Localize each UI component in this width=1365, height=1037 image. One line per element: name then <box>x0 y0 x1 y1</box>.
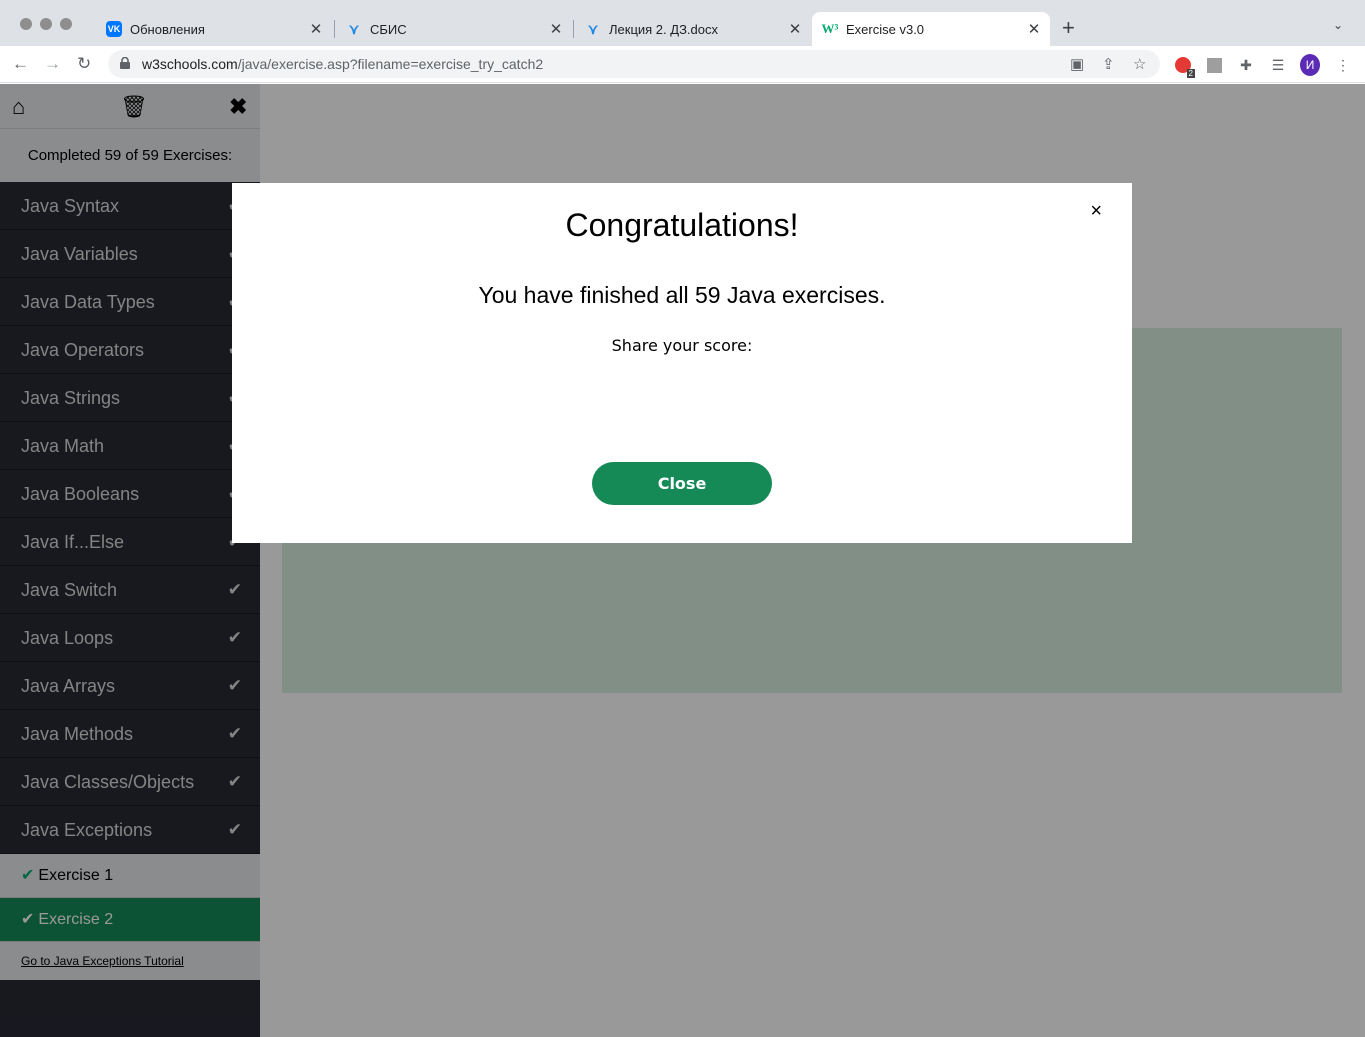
new-tab-button[interactable]: + <box>1062 17 1075 39</box>
tab-vk[interactable]: VK Обновления ✕ <box>96 12 332 46</box>
browser-toolbar: ← → ↻ w3schools.com/java/exercise.asp?fi… <box>0 46 1365 83</box>
tab-title: Exercise v3.0 <box>846 21 925 37</box>
share-score-label: Share your score: <box>611 336 753 355</box>
tab-close-icon[interactable]: ✕ <box>785 20 805 38</box>
forward-icon[interactable]: → <box>44 54 61 74</box>
menu-icon[interactable]: ⋮ <box>1333 55 1353 75</box>
puzzle-icon[interactable]: ✚ <box>1236 55 1256 75</box>
tab-title: Лекция 2. ДЗ.docx <box>609 21 718 37</box>
tab-close-icon[interactable]: ✕ <box>306 20 326 38</box>
translate-icon[interactable]: ▣ <box>1070 55 1084 73</box>
window-minimize-button[interactable] <box>40 18 52 30</box>
congratulations-modal: × Congratulations! You have finished all… <box>232 183 1132 543</box>
address-bar[interactable]: w3schools.com/java/exercise.asp?filename… <box>108 50 1160 78</box>
w3schools-icon: W³ <box>821 21 839 36</box>
chevron-down-icon[interactable]: ⌄ <box>1333 18 1343 32</box>
sbis-icon: ⋎ <box>348 20 360 37</box>
window-close-button[interactable] <box>20 18 32 30</box>
adblock-icon[interactable]: 2 <box>1173 55 1195 78</box>
vk-icon: VK <box>106 21 122 37</box>
browser-tab-bar: VK Обновления ✕ ⋎ СБИС ✕ ⋎ Лекция 2. ДЗ.… <box>0 0 1365 46</box>
tab-title: СБИС <box>370 21 407 37</box>
star-icon[interactable]: ☆ <box>1133 55 1146 73</box>
tab-close-icon[interactable]: ✕ <box>1024 20 1044 38</box>
share-icon[interactable]: ⇪ <box>1102 55 1115 73</box>
reload-icon[interactable]: ↻ <box>77 54 91 74</box>
tab-lecture[interactable]: ⋎ Лекция 2. ДЗ.docx ✕ <box>575 12 811 46</box>
close-button[interactable]: Close <box>592 462 772 505</box>
extension-icon[interactable] <box>1204 55 1224 75</box>
back-icon[interactable]: ← <box>12 54 29 74</box>
sbis-icon: ⋎ <box>587 20 599 37</box>
tab-sbis[interactable]: ⋎ СБИС ✕ <box>336 12 572 46</box>
modal-title: Congratulations! <box>565 207 799 243</box>
tab-title: Обновления <box>130 21 205 37</box>
reading-list-icon[interactable]: ☰ <box>1268 55 1288 75</box>
close-icon[interactable]: × <box>1090 201 1102 221</box>
tab-close-icon[interactable]: ✕ <box>546 20 566 38</box>
tab-exercise[interactable]: W³ Exercise v3.0 ✕ <box>812 12 1050 46</box>
lock-icon <box>120 57 130 69</box>
avatar[interactable]: И <box>1300 54 1320 76</box>
url-text: w3schools.com/java/exercise.asp?filename… <box>142 56 544 72</box>
window-zoom-button[interactable] <box>60 18 72 30</box>
modal-message: You have finished all 59 Java exercises. <box>478 282 886 308</box>
